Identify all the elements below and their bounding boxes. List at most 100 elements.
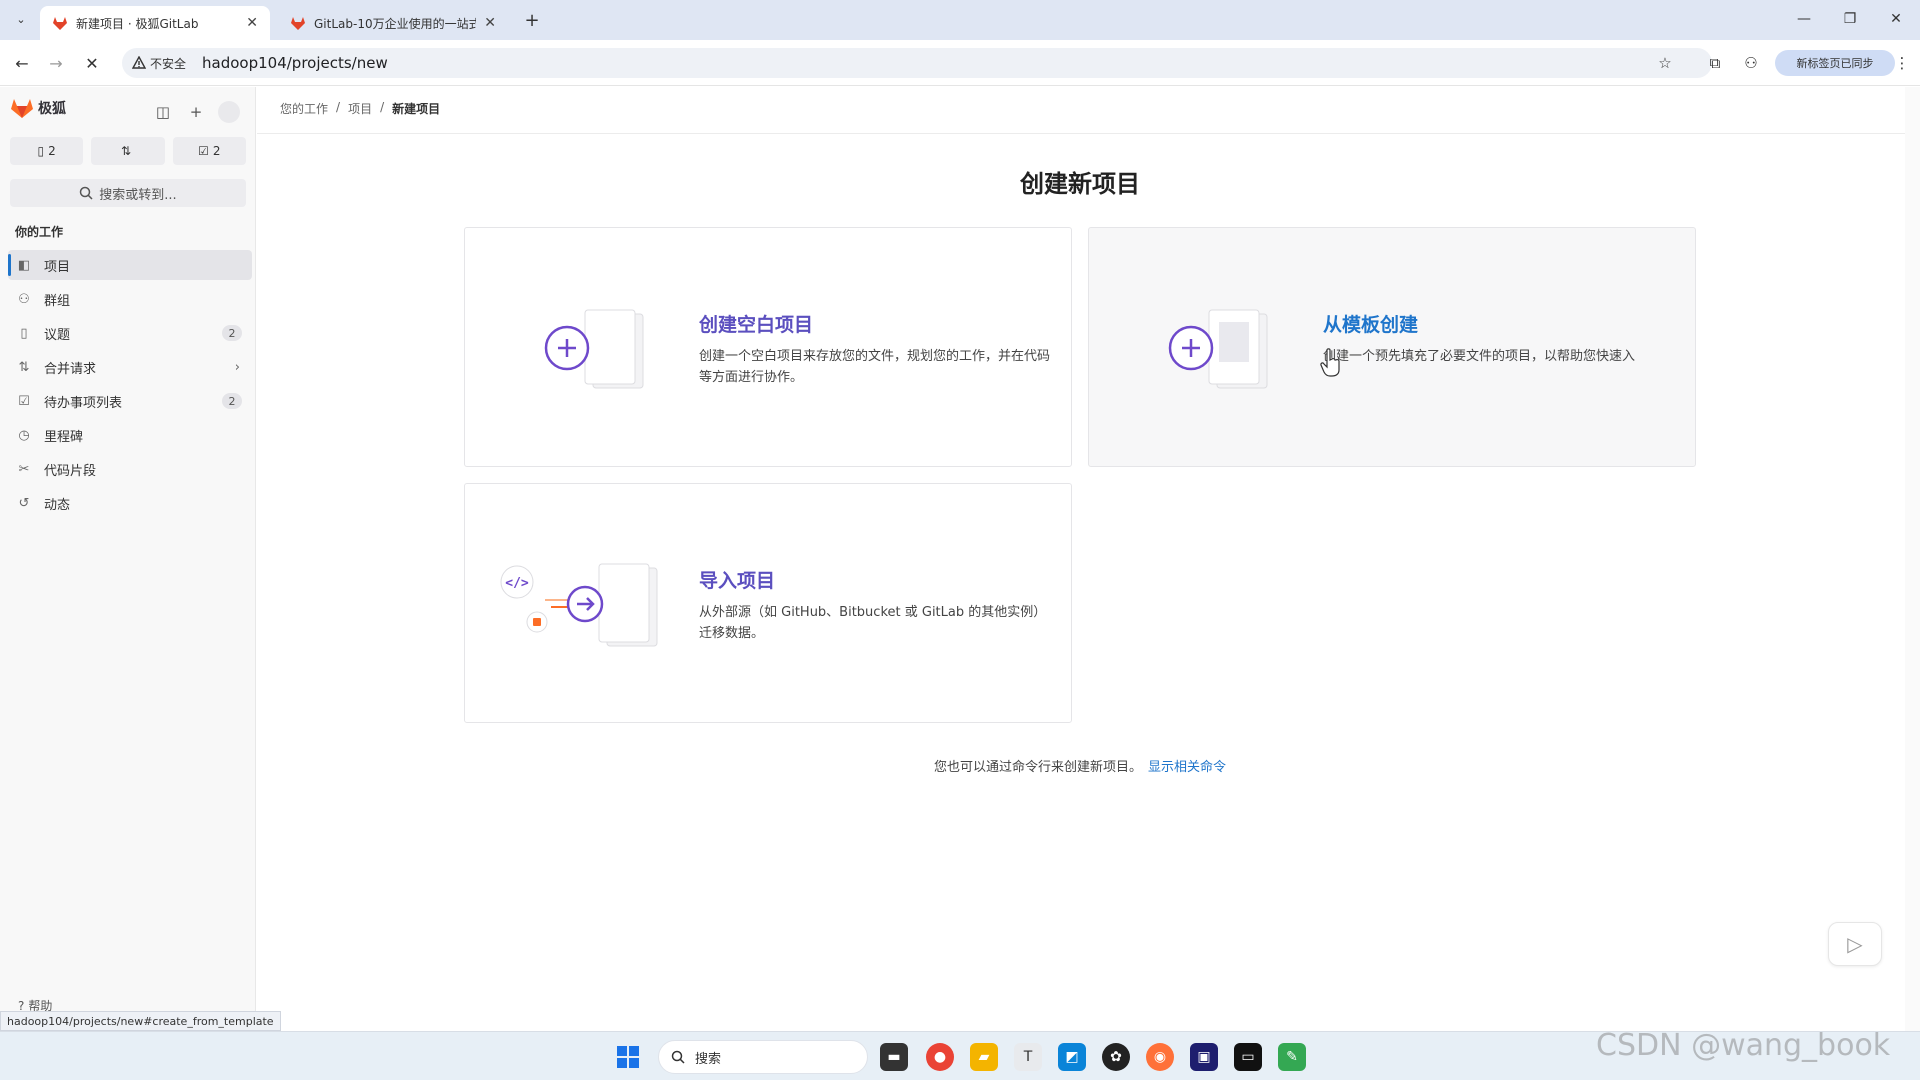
tab-new-project[interactable]: 新建项目 · 极狐GitLab ✕: [40, 6, 270, 40]
sidebar-item-issues[interactable]: ▯ 议题 2: [8, 318, 252, 348]
minimize-button[interactable]: —: [1786, 6, 1822, 32]
cli-hint-text: 您也可以通过命令行来创建新项目。: [933, 760, 1142, 775]
sidebar-item-label: 合并请求: [44, 361, 97, 377]
todo-icon: ☑: [18, 393, 30, 409]
close-tab-icon[interactable]: ✕: [484, 15, 496, 31]
gitlab-favicon-icon: [53, 17, 67, 30]
sidebar-item-label: 项目: [44, 259, 71, 275]
back-button[interactable]: ←: [10, 51, 34, 75]
issues-counter[interactable]: ▯ 2: [10, 137, 84, 165]
breadcrumb-current[interactable]: 新建项目: [392, 100, 440, 117]
address-bar[interactable]: 不安全 hadoop104/projects/new: [122, 48, 1712, 78]
url-text[interactable]: hadoop104/projects/new: [202, 54, 388, 72]
new-tab-button[interactable]: +: [520, 8, 544, 32]
close-tab-icon[interactable]: ✕: [246, 15, 258, 31]
group-icon: ⚇: [18, 291, 30, 307]
count-badge: 2: [222, 393, 242, 409]
browser-toolbar: ← → ✕ 不安全 hadoop104/projects/new ☆ ⧉ ⚇ 新…: [0, 40, 1920, 86]
create-from-template-card[interactable]: 从模板创建 创建一个预先填充了必要文件的项目，以帮助您快速入: [1088, 227, 1696, 467]
file-explorer-icon[interactable]: ▰: [970, 1043, 998, 1071]
gitlab-favicon-icon: [291, 17, 305, 30]
sidebar-item-milestones[interactable]: ◷ 里程碑: [8, 420, 252, 450]
warning-icon: [132, 56, 146, 69]
play-overlay-button[interactable]: ▷: [1828, 922, 1882, 966]
gitlab-logo[interactable]: 极狐: [10, 97, 66, 119]
watermark: CSDN @wang_book: [1596, 1028, 1891, 1063]
tab-search-chevron-icon[interactable]: ⌄: [10, 8, 32, 30]
sidebar-item-projects[interactable]: ◧ 项目: [8, 250, 252, 280]
milestone-icon: ◷: [18, 427, 30, 443]
app-icon[interactable]: ✿: [1102, 1043, 1130, 1071]
page-title: 创建新项目: [1020, 170, 1140, 198]
snippet-icon: ✂: [18, 461, 30, 477]
merge-requests-counter[interactable]: ⇅: [91, 137, 165, 165]
activity-icon: ↺: [18, 495, 30, 511]
card-description: 创建一个预先填充了必要文件的项目，以帮助您快速入: [1323, 349, 1636, 364]
breadcrumb-projects[interactable]: 项目: [348, 100, 372, 117]
chrome-icon[interactable]: ●: [926, 1043, 954, 1071]
blank-project-illustration-icon: [544, 309, 644, 389]
page-scrollbar[interactable]: [1905, 87, 1920, 1031]
bookmark-star-icon[interactable]: ☆: [1653, 51, 1677, 75]
firefox-icon[interactable]: ◉: [1146, 1043, 1174, 1071]
task-view-icon[interactable]: ▬: [880, 1043, 908, 1071]
sidebar-item-label: 群组: [44, 293, 71, 309]
sidebar-item-groups[interactable]: ⚇ 群组: [8, 284, 252, 314]
user-avatar[interactable]: [218, 101, 240, 123]
todos-count: 2: [212, 144, 221, 158]
sidebar-nav: ◧ 项目 ⚇ 群组 ▯ 议题 2 ⇅ 合并请求 › ☑ 待办事项列表 2 ◷ 里…: [8, 250, 252, 522]
import-project-card[interactable]: </> 导入项目 从外部源（如 GitHub、Bitbucket 或 GitLa…: [464, 483, 1072, 723]
issue-icon: ▯: [37, 144, 45, 158]
remote-desktop-icon[interactable]: ◩: [1058, 1043, 1086, 1071]
search-icon: [671, 1050, 685, 1064]
browser-menu-icon[interactable]: ⋮: [1890, 51, 1914, 75]
breadcrumb-separator: /: [380, 100, 385, 114]
hand-cursor-icon: [1320, 348, 1340, 377]
extensions-icon[interactable]: ⚇: [1739, 51, 1763, 75]
template-illustration-icon: [1168, 309, 1268, 389]
collapse-sidebar-icon[interactable]: ◫: [152, 101, 174, 123]
profile-button[interactable]: 新标签页已同步: [1775, 50, 1895, 76]
count-badge: 2: [222, 325, 242, 341]
security-indicator[interactable]: 不安全: [132, 55, 196, 72]
security-label: 不安全: [150, 56, 187, 71]
windows-start-icon[interactable]: [616, 1045, 640, 1069]
header-divider: [257, 133, 1907, 134]
cli-hint: 您也可以通过命令行来创建新项目。 显示相关命令: [0, 756, 1920, 775]
breadcrumb-your-work[interactable]: 您的工作: [280, 100, 328, 117]
card-description: 创建一个空白项目来存放您的文件，规划您的工作，并在代码等方面进行协作。: [699, 349, 1051, 385]
section-title-your-work: 你的工作: [15, 225, 64, 239]
sidebar-item-merge-requests[interactable]: ⇅ 合并请求 ›: [8, 352, 252, 382]
create-blank-project-card[interactable]: 创建空白项目 创建一个空白项目来存放您的文件，规划您的工作，并在代码等方面进行协…: [464, 227, 1072, 467]
close-window-button[interactable]: ✕: [1878, 6, 1914, 32]
editor-icon[interactable]: ✎: [1278, 1043, 1306, 1071]
taskbar-search[interactable]: 搜索: [658, 1040, 868, 1074]
sidebar-item-label: 议题: [44, 327, 71, 343]
issue-icon: ▯: [20, 325, 28, 341]
typora-icon[interactable]: T: [1014, 1043, 1042, 1071]
create-new-icon[interactable]: +: [185, 101, 207, 123]
sidebar-item-snippets[interactable]: ✂ 代码片段: [8, 454, 252, 484]
forward-button[interactable]: →: [44, 51, 68, 75]
tab-gitlab-info[interactable]: GitLab-10万企业使用的一站式 ✕: [278, 6, 508, 40]
todos-counter[interactable]: ☑ 2: [172, 137, 246, 165]
taskbar-search-label: 搜索: [695, 1051, 722, 1067]
terminal-icon[interactable]: ▭: [1234, 1043, 1262, 1071]
todo-icon: ☑: [198, 144, 209, 158]
restore-button[interactable]: ❐: [1832, 6, 1868, 32]
sidebar-item-label: 待办事项列表: [44, 395, 123, 411]
card-title: 从模板创建: [1323, 314, 1419, 336]
reading-mode-icon[interactable]: ⧉: [1703, 51, 1727, 75]
intellij-icon[interactable]: ▣: [1190, 1043, 1218, 1071]
tanuki-logo-icon: [11, 99, 33, 118]
sidebar-item-label: 动态: [44, 497, 71, 513]
show-commands-link[interactable]: 显示相关命令: [1148, 760, 1226, 775]
sidebar-item-todos[interactable]: ☑ 待办事项列表 2: [8, 386, 252, 416]
card-title: 导入项目: [699, 570, 776, 592]
breadcrumb-separator: /: [336, 100, 341, 114]
merge-request-icon: ⇅: [120, 144, 132, 158]
stop-loading-button[interactable]: ✕: [80, 51, 104, 75]
sidebar-item-activity[interactable]: ↺ 动态: [8, 488, 252, 518]
counter-row: ▯ 2 ⇅ ☑ 2: [10, 137, 246, 165]
tab-title: GitLab-10万企业使用的一站式: [314, 16, 477, 31]
